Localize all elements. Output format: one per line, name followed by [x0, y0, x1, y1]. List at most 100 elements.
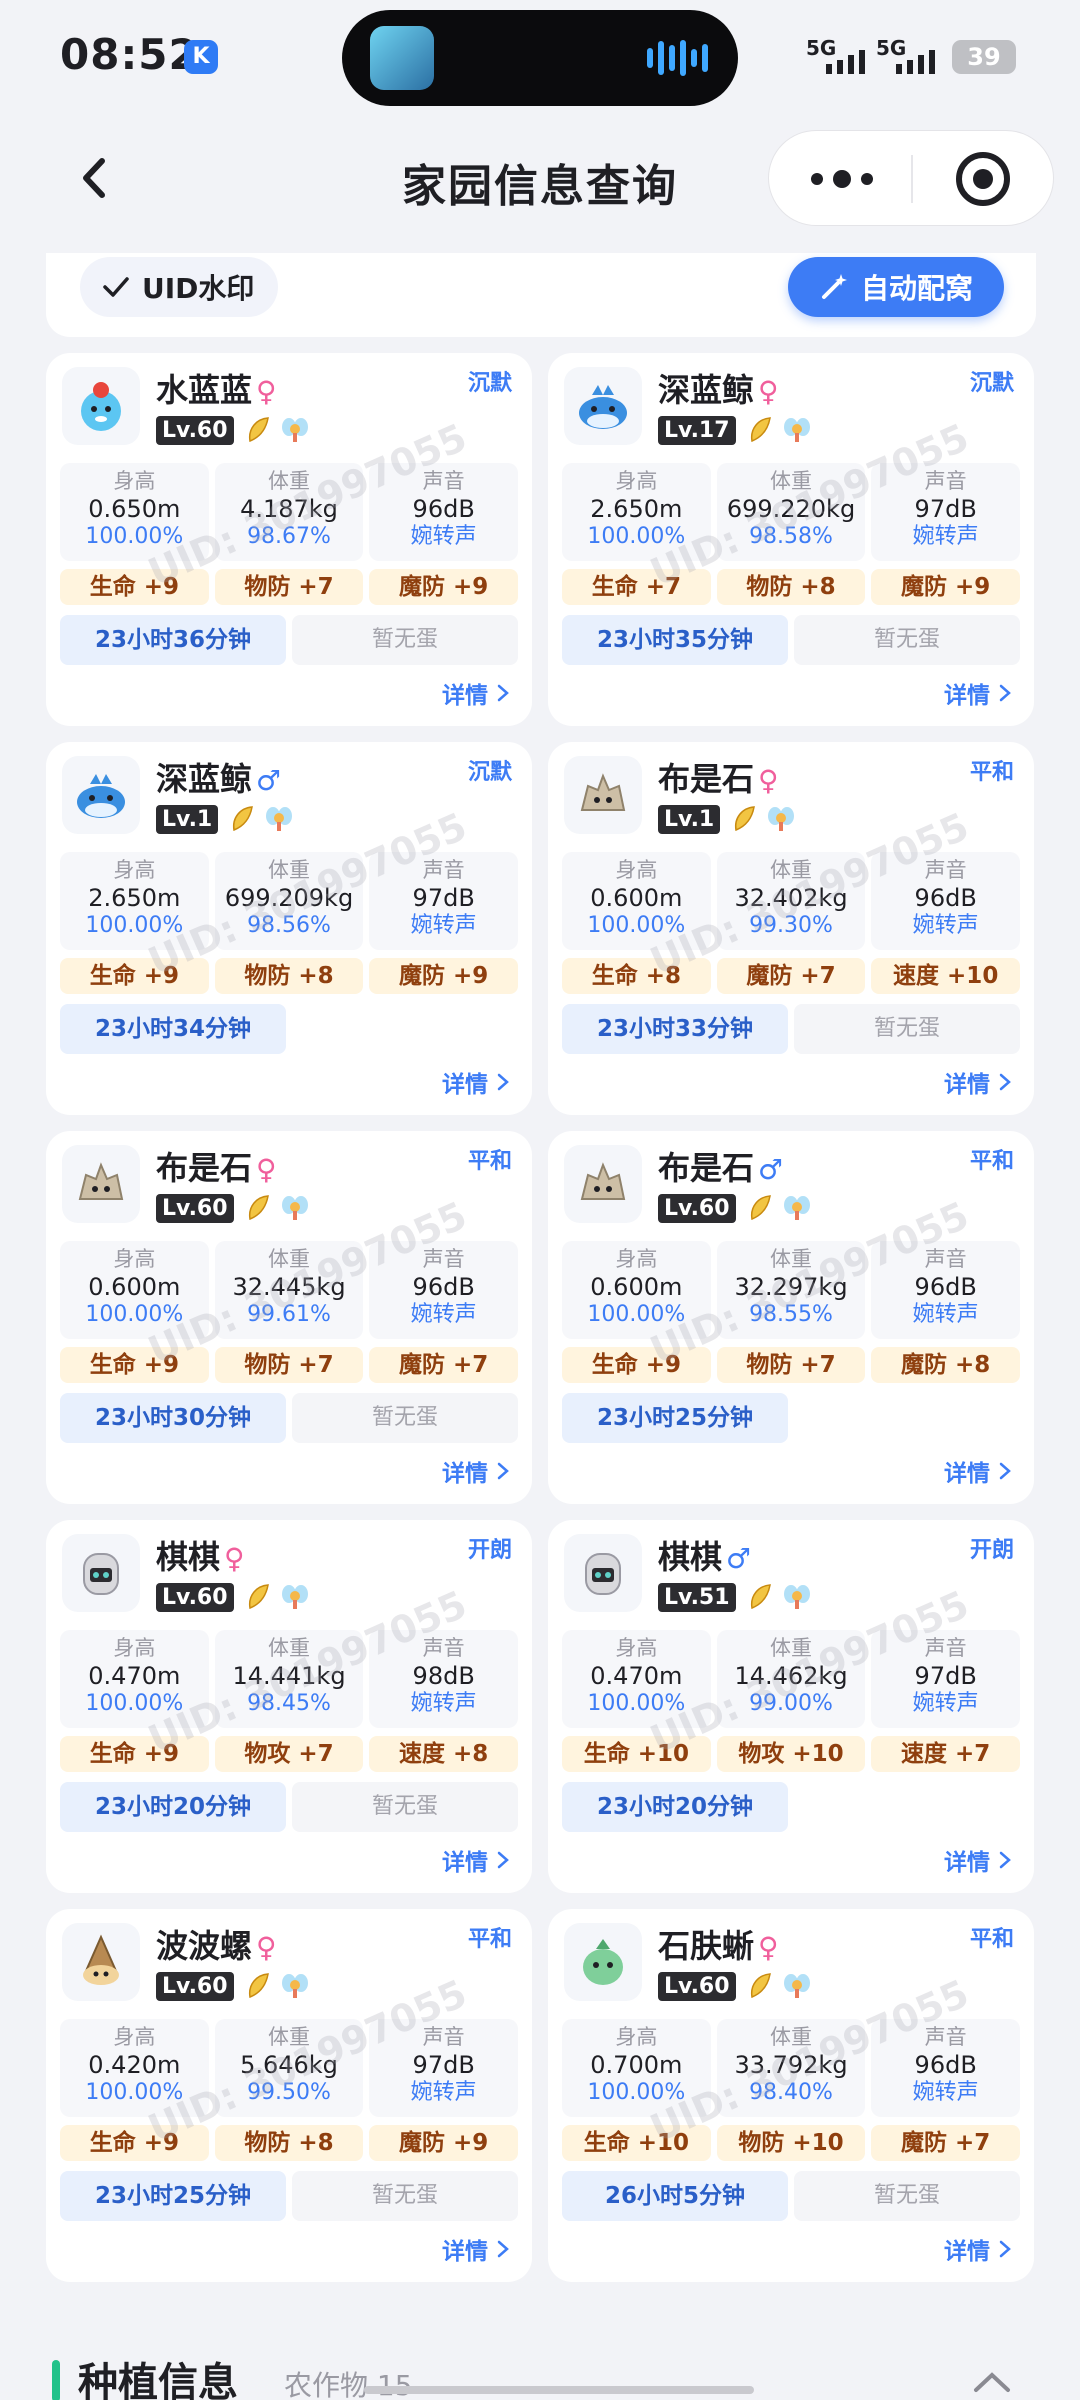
pet-name-line: 波波螺 ♀ [156, 1921, 277, 1967]
pet-card[interactable]: 布是石 ♂ 平和 Lv.60 身高 0.600m 100.00% 体重 32.297kg 98.5… [548, 1131, 1034, 1504]
detail-link[interactable]: 详情 [442, 1843, 510, 1877]
detail-link[interactable]: 详情 [944, 1454, 1012, 1488]
pet-card[interactable]: 波波螺 ♀ 平和 Lv.60 身高 0.420m 100.00% 体重 5.646kg 99.50… [46, 1909, 532, 2282]
detail-link[interactable]: 详情 [442, 1454, 510, 1488]
height-value: 0.470m [88, 1662, 181, 1690]
height-label: 身高 [113, 858, 156, 882]
detail-link[interactable]: 详情 [442, 1065, 510, 1099]
pet-name-line: 深蓝鲸 ♂ [156, 754, 281, 800]
gender-icon: ♀ [256, 1931, 277, 1964]
stone-pet-icon [62, 1145, 140, 1223]
weight-percent: 99.61% [247, 1302, 331, 1327]
height-stat: 身高 0.650m 100.00% [60, 463, 209, 561]
temperament-tag: 平和 [467, 1927, 512, 1952]
temperament-tag: 平和 [969, 760, 1014, 785]
stats-row: 身高 0.470m 100.00% 体重 14.462kg 99.00% 声音 97dB 婉转声 [562, 1630, 1021, 1728]
weight-label: 体重 [268, 2025, 310, 2049]
detail-link[interactable]: 详情 [944, 2232, 1012, 2266]
status-time: 08:52 [60, 30, 199, 79]
stone-pet-icon [564, 1145, 642, 1223]
weight-stat: 体重 699.209kg 98.56% [214, 852, 364, 950]
feather-bonus-icon [750, 1584, 771, 1610]
sound-value: 98dB [412, 1662, 475, 1690]
chess-pet-icon [564, 1534, 642, 1612]
snail-pet-icon [62, 1923, 140, 2001]
music-cover-icon [370, 26, 434, 90]
fairy-bonus-icon [281, 1196, 308, 1220]
dynamic-island[interactable] [342, 10, 738, 106]
detail-link[interactable]: 详情 [442, 2232, 510, 2266]
chevron-right-icon [999, 1073, 1011, 1091]
battery-indicator: 39 [952, 40, 1016, 74]
stat-bonus-badge: 物防 +7 [716, 1347, 866, 1383]
capsule-divider [911, 155, 913, 203]
pet-card[interactable]: 水蓝蓝 ♀ 沉默 Lv.60 身高 0.650m 100.00% 体重 4.187kg 98.67… [46, 353, 532, 726]
level-row: Lv.60 [156, 415, 310, 445]
deep-blue-whale-icon [564, 367, 642, 445]
pet-card[interactable]: 石肤蜥 ♀ 平和 Lv.60 身高 0.700m 100.00% 体重 33.792kg 98.4… [548, 1909, 1034, 2282]
level-badge: Lv.60 [156, 1582, 234, 1612]
pet-card[interactable]: 深蓝鲸 ♂ 沉默 Lv.1 身高 2.650m 100.00% 体重 699.209kg 98.5… [46, 742, 532, 1115]
pet-card[interactable]: 布是石 ♀ 平和 Lv.1 身高 0.600m 100.00% 体重 32.402kg 99.30… [548, 742, 1034, 1115]
sound-stat: 声音 96dB 婉转声 [871, 1241, 1021, 1339]
level-row: Lv.51 [658, 1582, 812, 1612]
uid-watermark-toggle[interactable]: UID水印 [80, 257, 279, 317]
k-app-icon: K [184, 40, 218, 74]
detail-link[interactable]: 详情 [442, 676, 510, 710]
bonus-row: 生命 +7 物防 +8 魔防 +9 [562, 569, 1021, 605]
timer-row: 23小时25分钟 [562, 1393, 1020, 1443]
stat-bonus-badge: 生命 +10 [562, 2125, 711, 2161]
height-stat: 身高 0.470m 100.00% [562, 1630, 711, 1728]
sound-type: 婉转声 [912, 1302, 979, 1327]
miniapp-capsule [768, 130, 1054, 226]
level-row: Lv.1 [658, 804, 796, 834]
height-label: 身高 [615, 469, 658, 493]
auto-pair-button[interactable]: 自动配窝 [788, 257, 1004, 317]
weight-stat: 体重 32.402kg 99.30% [716, 852, 866, 950]
stat-bonus-badge: 魔防 +9 [369, 958, 519, 994]
pet-name-line: 棋棋 ♀ [156, 1532, 245, 1578]
pet-card[interactable]: 棋棋 ♀ 开朗 Lv.60 身高 0.470m 100.00% 体重 14.441kg 98.45… [46, 1520, 532, 1893]
detail-link[interactable]: 详情 [944, 1843, 1012, 1877]
fairy-bonus-icon [281, 418, 308, 442]
timer-row: 23小时35分钟 暂无蛋 [562, 615, 1020, 665]
level-badge: Lv.60 [156, 1971, 234, 2001]
gender-icon: ♀ [256, 1153, 277, 1186]
pet-name: 棋棋 [658, 1538, 723, 1576]
gender-icon: ♀ [758, 1931, 779, 1964]
sound-label: 声音 [422, 2025, 465, 2049]
stat-bonus-badge: 生命 +10 [562, 1736, 711, 1772]
sound-value: 97dB [412, 2051, 475, 2079]
sound-value: 96dB [412, 1273, 475, 1301]
weight-stat: 体重 32.445kg 99.61% [214, 1241, 364, 1339]
stat-bonus-badge: 生命 +9 [60, 569, 209, 605]
more-dots-icon[interactable] [809, 167, 875, 191]
gender-icon: ♀ [758, 375, 779, 408]
height-stat: 身高 2.650m 100.00% [562, 463, 711, 561]
chevron-up-icon[interactable] [972, 2370, 1012, 2394]
level-badge: Lv.17 [658, 415, 736, 445]
auto-pair-label: 自动配窝 [860, 272, 973, 305]
close-target-icon[interactable] [955, 151, 1011, 207]
weight-value: 5.646kg [240, 2051, 338, 2079]
weight-percent: 98.45% [247, 1691, 331, 1716]
stat-bonus-badge: 物攻 +7 [214, 1736, 364, 1772]
weight-label: 体重 [770, 1247, 812, 1271]
pet-card[interactable]: 棋棋 ♂ 开朗 Lv.51 身高 0.470m 100.00% 体重 14.462kg 99.00… [548, 1520, 1034, 1893]
stat-bonus-badge: 生命 +9 [60, 1347, 209, 1383]
stat-bonus-badge: 魔防 +8 [871, 1347, 1021, 1383]
fairy-bonus-icon [281, 1585, 308, 1609]
pet-card[interactable]: 深蓝鲸 ♀ 沉默 Lv.17 身高 2.650m 100.00% 体重 699.220kg 98.… [548, 353, 1034, 726]
weight-label: 体重 [268, 858, 310, 882]
gender-icon: ♀ [256, 375, 277, 408]
stat-bonus-badge: 物防 +8 [214, 2125, 364, 2161]
detail-link[interactable]: 详情 [944, 1065, 1012, 1099]
weight-label: 体重 [770, 858, 812, 882]
detail-link[interactable]: 详情 [944, 676, 1012, 710]
egg-status: 暂无蛋 [292, 1782, 518, 1832]
sound-stat: 声音 96dB 婉转声 [369, 463, 519, 561]
bonus-row: 生命 +10 物攻 +10 速度 +7 [562, 1736, 1021, 1772]
pet-name: 深蓝鲸 [658, 371, 755, 409]
pet-card[interactable]: 布是石 ♀ 平和 Lv.60 身高 0.600m 100.00% 体重 32.445kg 99.6… [46, 1131, 532, 1504]
chevron-right-icon [497, 1462, 509, 1480]
